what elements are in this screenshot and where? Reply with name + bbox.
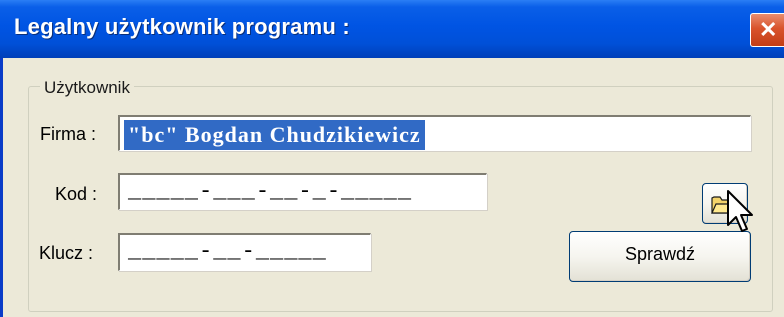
title-bar[interactable]: Legalny użytkownik programu : ✕ [0, 0, 784, 58]
klucz-label: Klucz : [39, 243, 94, 263]
kod-label: Kod : [55, 184, 98, 204]
firma-label: Firma : [40, 124, 96, 144]
close-icon: ✕ [759, 17, 778, 42]
window-title: Legalny użytkownik programu : [14, 14, 350, 39]
check-button[interactable]: Sprawdź [569, 231, 751, 282]
check-button-label: Sprawdź [624, 244, 696, 264]
klucz-input[interactable]: _____-__-_____ [118, 233, 371, 271]
close-button[interactable]: ✕ [750, 13, 784, 47]
mouse-cursor-icon [727, 190, 753, 232]
kod-mask: _____-___-__-_-_____ [128, 179, 413, 204]
firma-value-selected: "bc" Bogdan Chudzikiewicz [124, 120, 425, 150]
firma-input[interactable]: "bc" Bogdan Chudzikiewicz [118, 115, 751, 151]
kod-input[interactable]: _____-___-__-_-_____ [118, 173, 487, 210]
klucz-mask: _____-__-_____ [128, 239, 327, 264]
groupbox-legend: Użytkownik [40, 78, 134, 98]
